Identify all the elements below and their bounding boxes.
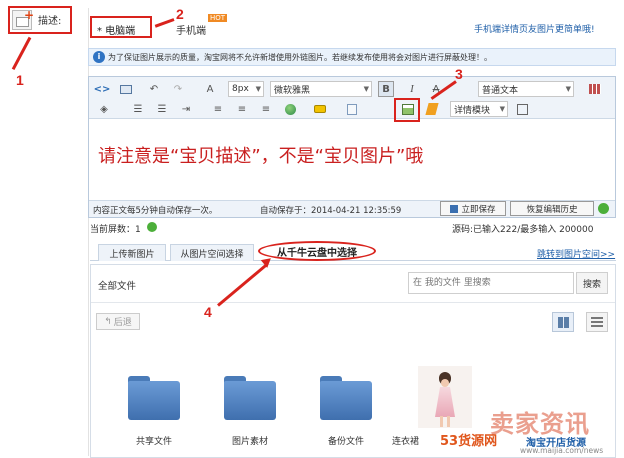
tab-bar-line <box>90 260 616 261</box>
page-break-icon[interactable] <box>344 101 360 117</box>
align-left-icon[interactable]: ≡ <box>210 101 226 117</box>
paragraph-value: 普通文本 <box>482 85 519 96</box>
italic-button[interactable]: I <box>404 81 420 97</box>
annotation-4: 4 <box>204 304 212 320</box>
description-label: 描述: <box>38 16 62 27</box>
emoticon-icon[interactable] <box>312 101 328 117</box>
ok-status-icon <box>598 203 609 214</box>
font-color-icon[interactable]: A <box>202 81 218 97</box>
file-name[interactable]: 图片素材 <box>210 434 290 447</box>
indent-icon[interactable]: ⇥ <box>178 101 194 117</box>
screen-count: 当前屏数：1 <box>90 225 141 235</box>
align-center-icon[interactable]: ≡ <box>234 101 250 117</box>
file-name[interactable]: 备份文件 <box>306 434 386 447</box>
source-icon[interactable]: <> <box>94 81 111 97</box>
search-input[interactable] <box>408 272 574 294</box>
mobile-tab[interactable]: 手机端 <box>176 22 206 37</box>
font-size-select[interactable]: 8px ▼ <box>228 81 264 97</box>
hot-badge: HOT <box>208 14 228 22</box>
list-view-icon[interactable] <box>586 312 608 332</box>
table-icon[interactable] <box>584 81 606 97</box>
chevron-down-icon: ▼ <box>363 85 369 93</box>
fullscreen-icon[interactable] <box>514 101 530 117</box>
file-name[interactable]: 连衣裙 <box>392 434 446 447</box>
save-now-button[interactable]: 立即保存 <box>440 201 506 216</box>
undo-icon[interactable]: ↶ <box>146 81 162 97</box>
font-size-value: 8px <box>232 84 249 94</box>
pc-tab[interactable]: * 电脑端 <box>97 22 135 37</box>
back-label: 后退 <box>113 318 132 328</box>
annotation-2: 2 <box>176 6 184 22</box>
dress-thumbnail[interactable] <box>418 366 472 428</box>
detail-module-value: 详情模块 <box>454 105 491 116</box>
watermark-site: 53货源网 <box>440 434 498 449</box>
tab-upload-new[interactable]: 上传新图片 <box>98 244 166 261</box>
autosave-time: 自动保存于：2014-04-21 12:35:59 <box>260 206 402 216</box>
insert-image-button[interactable] <box>400 101 416 117</box>
file-name[interactable]: 共享文件 <box>114 434 194 447</box>
screen-ok-icon <box>147 222 157 232</box>
restore-label: 恢复编辑历史 <box>526 204 578 215</box>
redo-icon[interactable]: ↷ <box>170 81 186 97</box>
mobile-detail-link[interactable]: 手机端详情页友图片更简单哦! <box>474 22 595 35</box>
save-icon <box>450 204 459 213</box>
search-button[interactable]: 搜索 <box>576 272 608 294</box>
breadcrumb[interactable]: 全部文件 <box>98 278 136 292</box>
detail-module-select[interactable]: 详情模块 ▼ <box>450 101 508 117</box>
search-field[interactable] <box>409 273 569 293</box>
notice-text: 为了保证图片展示的质量，淘宝网将不允许新增使用外链图片。若继续发布使用将会对图片… <box>108 53 492 62</box>
back-arrow-icon: ↰ <box>104 316 112 327</box>
annotation-arrow-1 <box>11 36 32 70</box>
tab-qianniu-label: 从千牛云盘中选择 <box>277 247 357 259</box>
chevron-down-icon: ▼ <box>255 85 261 93</box>
preview-icon[interactable] <box>118 81 134 97</box>
save-now-label: 立即保存 <box>461 204 496 215</box>
annotation-1: 1 <box>16 72 24 88</box>
chevron-down-icon: ▼ <box>499 105 505 113</box>
autosave-note: 内容正文每5分钟自动保存一次。 <box>93 206 218 216</box>
folder-icon[interactable] <box>128 376 180 420</box>
browser-divider <box>91 302 615 303</box>
back-button[interactable]: ↰ 后退 <box>96 313 140 330</box>
editor-content[interactable]: 请注意是“宝贝描述”，不是“宝贝图片”哦 <box>98 142 423 168</box>
align-right-icon[interactable]: ≡ <box>258 101 274 117</box>
edit-image-icon[interactable] <box>424 101 440 117</box>
folder-icon[interactable] <box>320 376 372 420</box>
unordered-list-icon[interactable]: ☰ <box>154 101 170 117</box>
restore-history-button[interactable]: 恢复编辑历史 <box>510 201 594 216</box>
link-globe-icon[interactable] <box>282 101 298 117</box>
paint-icon[interactable]: ◈ <box>94 101 114 117</box>
info-icon: i <box>93 51 105 63</box>
ordered-list-icon[interactable]: ☰ <box>130 101 146 117</box>
tab-image-space-label: 从图片空间选择 <box>180 249 244 260</box>
tab-qianniu-cloud[interactable]: 从千牛云盘中选择 <box>258 241 376 261</box>
tab-upload-label: 上传新图片 <box>109 249 155 260</box>
grid-view-icon[interactable] <box>552 312 574 332</box>
font-family-select[interactable]: 微软雅黑 ▼ <box>270 81 372 97</box>
annotation-3: 3 <box>455 66 463 82</box>
jump-to-image-space-link[interactable]: 跳转到图片空间>> <box>537 247 615 260</box>
paragraph-select[interactable]: 普通文本 ▼ <box>478 81 574 97</box>
folder-icon[interactable] <box>224 376 276 420</box>
search-button-label: 搜索 <box>582 279 601 290</box>
tab-image-space[interactable]: 从图片空间选择 <box>170 244 254 261</box>
source-count: 源码:已输入222/最多输入 200000 <box>452 225 594 235</box>
bold-button[interactable]: B <box>378 81 394 97</box>
watermark-url: www.maijia.com/news <box>520 446 604 455</box>
font-family-value: 微软雅黑 <box>274 85 311 96</box>
chevron-down-icon: ▼ <box>565 85 571 93</box>
